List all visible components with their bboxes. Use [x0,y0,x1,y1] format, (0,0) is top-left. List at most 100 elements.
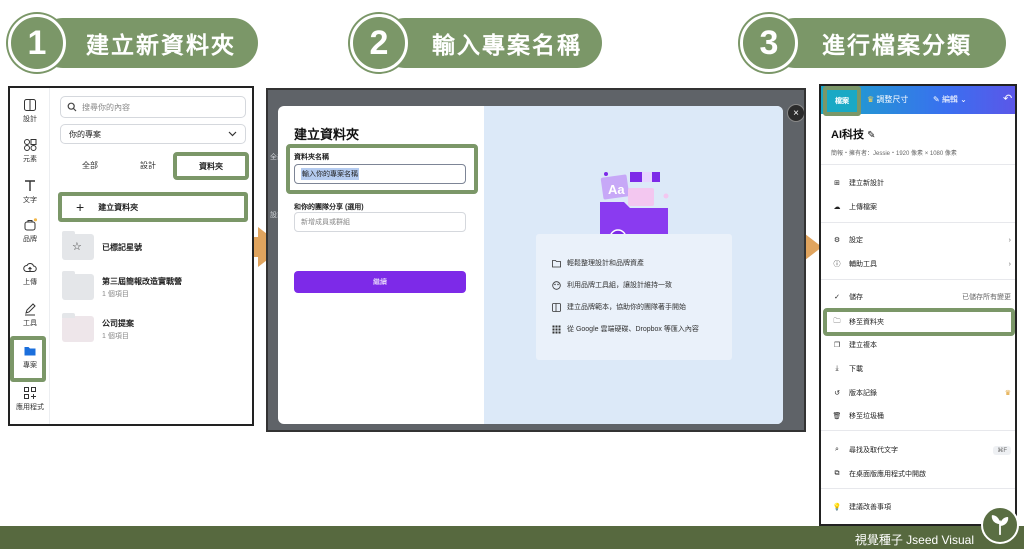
search-input[interactable]: 搜尋你的內容 [60,96,246,118]
folder-item-starred[interactable]: ☆ 已標記星號 [62,230,248,264]
share-label: 和你的團隊分享 (選用) [294,204,364,211]
divider [821,488,1015,489]
menu-open-desktop[interactable]: ⧉ 在桌面版應用程式中開啟 [831,465,1011,483]
bulb-icon: 💡 [832,504,842,511]
pen-icon [25,303,36,316]
divider [821,222,1015,223]
step-2-number: 2 [350,14,408,72]
palette-icon [552,280,561,290]
menu-save[interactable]: ✓ 儲存 已儲存所有變更 [831,288,1011,306]
feature-card: 輕鬆整理設計和品牌資產 利用品牌工具組，讓設計維持一致 建立品牌範本，協助你的團… [536,234,732,360]
menu-label: 在桌面版應用程式中開啟 [849,471,926,478]
file-menu-button[interactable]: 檔案 [823,86,861,116]
menu-upload[interactable]: ☁ 上傳檔案 [831,198,1011,216]
menu-label: 尋找及取代文字 [849,447,898,454]
folder-icon: ☆ [62,231,94,260]
menu-accessibility[interactable]: ⓘ 輔助工具 › [831,255,1012,273]
cloud-upload-icon: ☁ [833,204,841,211]
tab-designs[interactable]: 設計 [140,160,156,171]
design-title-text: AI科技 [831,129,864,141]
text-icon [25,180,35,191]
rail-item-elements[interactable]: 元素 [10,138,50,164]
rail-label: 品牌 [23,236,37,243]
resize-label: 調整尺寸 [876,95,909,104]
create-folder-button[interactable]: + 建立資料夾 [58,192,248,222]
search-icon: ⌕ [835,446,839,453]
menu-trash[interactable]: 🗑 移至垃圾桶 [831,407,1011,425]
projects-highlight [10,336,46,382]
rail-label: 上傳 [23,279,37,286]
elements-icon [24,139,37,151]
folder-icon: 🗀 [833,317,841,325]
rail-item-tools[interactable]: 工具 [10,302,50,328]
tab-all[interactable]: 全部 [82,160,98,171]
rail-item-brand[interactable]: 品牌 [10,218,50,244]
folder-name: 已標記星號 [102,242,142,252]
project-filter-select[interactable]: 你的專案 [60,124,246,144]
folder-name-input[interactable]: 輸入你的專案名稱 [294,164,466,184]
search-placeholder: 搜尋你的內容 [82,102,130,112]
plus-icon: ⊞ [834,180,840,187]
share-input[interactable]: 新增成員或群組 [294,212,466,232]
resize-button[interactable]: ♛ 調整尺寸 [867,94,908,105]
pencil-icon[interactable]: ✎ [867,130,875,141]
feature-text: 利用品牌工具組，讓設計維持一致 [567,282,672,289]
rail-label: 工具 [23,320,37,327]
menu-download[interactable]: ⤓ 下載 [831,360,1011,378]
projects-panel: 設計 元素 文字 品牌 上傳 工具 專案 應用程式 搜尋你的內容 你的專案 全部… [8,86,254,426]
folder-icon [62,271,94,300]
rail-label: 設計 [23,116,37,123]
share-placeholder: 新增成員或群組 [301,219,350,226]
menu-find-replace[interactable]: ⌕ 尋找及取代文字 ⌘F [831,441,1011,459]
create-folder-modal: Aa 建立資料夾 資料夾名稱 輸入你的專案名稱 和你的團隊分享 (選用) 新增成… [278,106,783,424]
chevron-right-icon: › [1008,260,1011,268]
folder-name-value: 輸入你的專案名稱 [301,168,359,180]
menu-label: 移至資料夾 [849,319,884,326]
folder-count: 1 個項目 [102,290,129,298]
tab-folders[interactable]: 資料夾 [173,152,249,180]
crown-icon: ♛ [1004,390,1011,397]
folder-item[interactable]: 第三屆簡報改造實戰營 1 個項目 [62,270,248,304]
close-button[interactable]: × [787,104,804,122]
accessibility-icon: ⓘ [833,261,841,268]
undo-icon[interactable]: ↶ [1003,92,1012,105]
create-folder-dialog-screen: 全部 設計 × Aa 建立資料夾 資料夾名稱 輸入你的專案名稱 和你的團隊分享 … [266,88,806,432]
layout-icon [24,99,36,111]
chevron-right-icon: › [1008,236,1011,244]
save-status: 已儲存所有變更 [962,294,1011,301]
brand-icon [24,218,37,231]
gear-icon: ⚙ [833,237,841,244]
menu-version-history[interactable]: ↺ 版本記錄 ♛ [831,384,1011,402]
rail-item-apps[interactable]: 應用程式 [10,386,50,412]
folder-icon [62,313,94,342]
menu-settings[interactable]: ⚙ 設定 › [831,231,1011,249]
shortcut-badge: ⌘F [993,445,1011,455]
create-folder-label: 建立資料夾 [98,202,139,212]
template-icon [552,302,561,312]
rail-item-text[interactable]: 文字 [10,179,50,205]
continue-button[interactable]: 繼續 [294,271,466,293]
menu-move-to-folder[interactable]: 🗀 移至資料夾 [831,313,1011,331]
menu-label: 設定 [849,237,863,244]
step-2-title: 輸入專案名稱 [380,18,602,68]
menu-duplicate[interactable]: ❐ 建立複本 [831,336,1011,354]
folder-name: 第三屆簡報改造實戰營 [102,276,182,286]
apps-icon [24,387,36,399]
rail-label: 應用程式 [16,404,44,411]
rail-item-upload[interactable]: 上傳 [10,261,50,287]
feature-text: 輕鬆整理設計和品牌資產 [567,260,644,267]
crown-icon: ♛ [867,95,875,104]
menu-label: 輔助工具 [849,261,877,268]
folder-item[interactable]: 公司提案 1 個項目 [62,312,248,346]
seed-logo-icon [981,506,1019,544]
edit-button[interactable]: ✎ 編輯 ⌄ [933,94,967,105]
menu-create-new[interactable]: ⊞ 建立新設計 [831,174,1011,192]
feature-text: 從 Google 雲端硬碟、Dropbox 等匯入內容 [567,326,699,333]
feature-item: 建立品牌範本，協助你的團隊著手開始 [552,302,686,312]
design-title: AI科技 ✎ [831,126,875,142]
rail-item-design[interactable]: 設計 [10,98,50,124]
svg-text:Aa: Aa [608,182,625,197]
feature-item: 從 Google 雲端硬碟、Dropbox 等匯入內容 [552,324,699,334]
edit-label: 編輯 [941,95,958,104]
modal-title: 建立資料夾 [294,127,360,142]
